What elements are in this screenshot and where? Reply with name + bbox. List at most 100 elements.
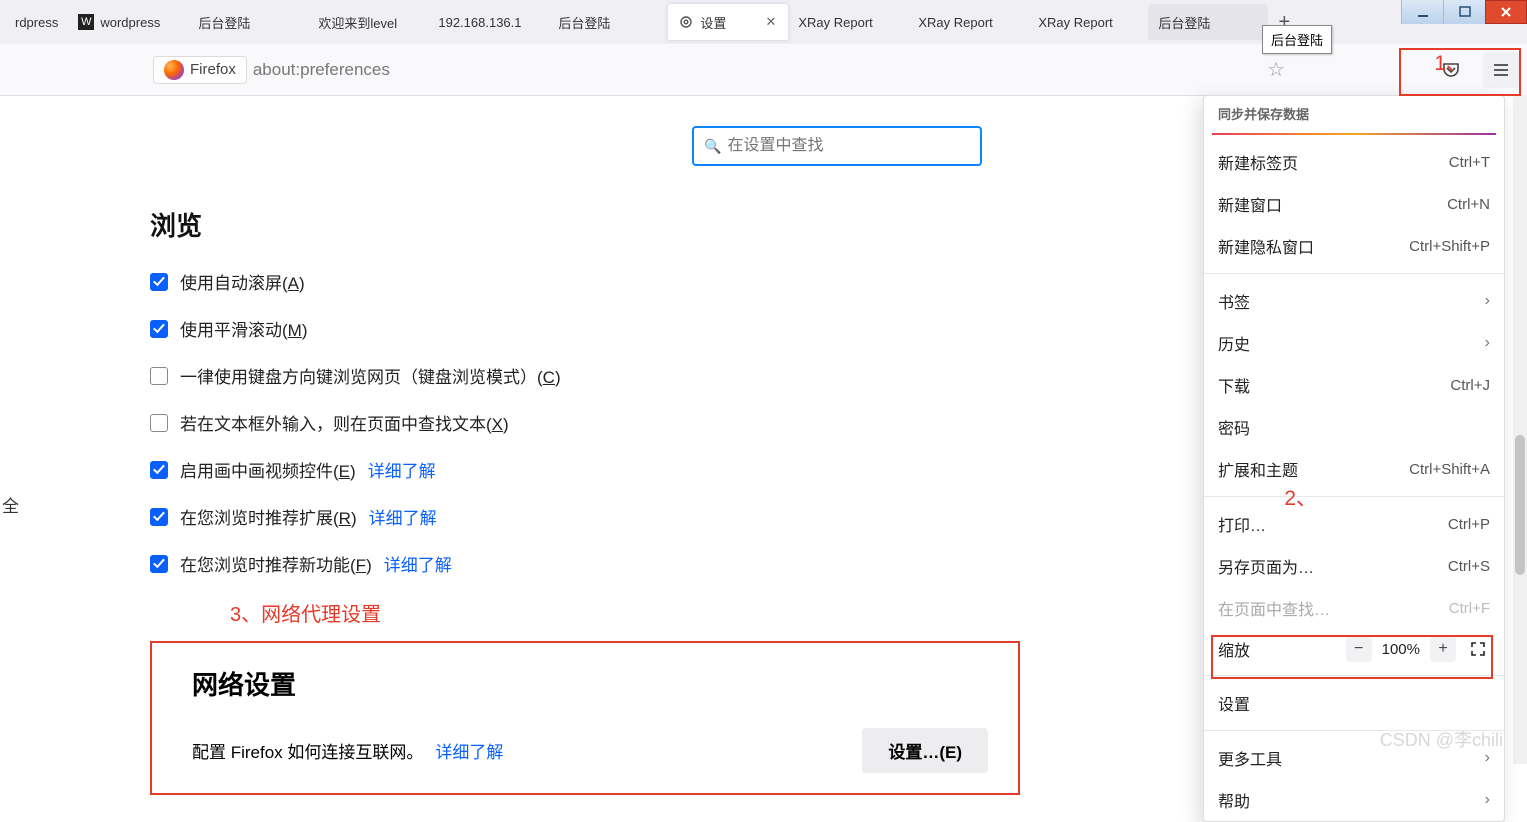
tab-label: 设置 [700,13,726,32]
window-close-button[interactable] [1485,0,1527,24]
menu-item[interactable]: 密码 [1204,406,1504,448]
menu-item-label: 设置 [1218,691,1250,715]
menu-gradient-separator [1212,133,1496,135]
shortcut-label: Ctrl+F [1449,600,1490,617]
page-scrollbar[interactable] [1513,95,1527,764]
menu-item-label: 扩展和主题 [1218,457,1298,481]
option-label: 使用平滑滚动(M) [180,316,308,341]
sidebar-fragment: 全 [2,492,19,517]
menu-item[interactable]: 书签› [1204,280,1504,322]
tab-4[interactable]: 欢迎来到level [308,4,428,40]
option-label: 在您浏览时推荐扩展(R) [180,504,357,529]
url-text[interactable]: about:preferences [253,60,390,80]
menu-item: 在页面中查找… Ctrl+F [1204,587,1504,629]
url-identity[interactable]: Firefox [153,56,247,84]
checkbox[interactable] [150,320,168,338]
hamburger-menu-button[interactable] [1483,52,1519,88]
checkbox[interactable] [150,461,168,479]
tab-label: wordpress [100,15,160,30]
shortcut-label: Ctrl+J [1450,377,1490,394]
menu-item-label: 新建隐私窗口 [1218,234,1314,258]
brand-label: Firefox [190,61,236,78]
checkbox[interactable] [150,414,168,432]
option-label: 在您浏览时推荐新功能(F) [180,551,372,576]
chevron-right-icon: › [1485,334,1490,352]
menu-item-label: 打印… [1218,512,1266,536]
zoom-out-button[interactable]: − [1346,636,1372,662]
learn-more-link[interactable]: 详细了解 [369,504,437,529]
menu-item[interactable]: 打印… Ctrl+P [1204,503,1504,545]
tab-label: 欢迎来到level [318,13,397,32]
option-label: 若在文本框外输入，则在页面中查找文本(X) [180,410,509,435]
tab-tooltip: 后台登陆 [1262,25,1332,54]
window-minimize-button[interactable] [1401,0,1443,24]
fullscreen-button[interactable] [1466,637,1490,661]
menu-item[interactable]: 新建窗口Ctrl+N [1204,183,1504,225]
close-icon[interactable]: ✕ [763,12,778,32]
learn-more-link[interactable]: 详细了解 [368,457,436,482]
tab-label: 后台登陆 [1158,13,1210,32]
shortcut-label: Ctrl+S [1448,558,1490,575]
zoom-label: 缩放 [1218,637,1346,661]
network-learn-more-link[interactable]: 详细了解 [435,738,503,763]
menu-item-label: 帮助 [1218,788,1250,812]
firefox-icon [164,60,184,80]
tab-label: XRay Report [918,15,992,30]
menu-item[interactable]: 另存页面为… Ctrl+S [1204,545,1504,587]
menu-item[interactable]: 新建隐私窗口 Ctrl+Shift+P [1204,225,1504,267]
option-label: 一律使用键盘方向键浏览网页（键盘浏览模式）(C) [180,363,561,388]
tab-8[interactable]: XRay Report [788,4,908,40]
tab-label: 后台登陆 [198,13,250,32]
search-icon: 🔍 [704,138,721,155]
tab-label: 192.168.136.1 [438,15,521,30]
shortcut-label: Ctrl+Shift+P [1409,238,1490,255]
tab-1[interactable]: rdpress [5,4,68,40]
network-desc: 配置 Firefox 如何连接互联网。 [192,738,423,763]
zoom-in-button[interactable]: + [1430,636,1456,662]
tab-label: XRay Report [798,15,872,30]
menu-item[interactable]: 设置 [1204,682,1504,724]
tab-11[interactable]: 后台登陆 [1148,4,1268,40]
annotation-1: 1、 [1434,47,1467,77]
shortcut-label: Ctrl+T [1449,154,1490,171]
tab-label: XRay Report [1038,15,1112,30]
watermark: CSDN @李chili [1380,726,1503,752]
preferences-search-input[interactable] [727,137,970,155]
application-menu: 同步并保存数据 新建标签页Ctrl+T新建窗口Ctrl+N 新建隐私窗口 Ctrl+… [1203,95,1505,822]
menu-item[interactable]: 下载 Ctrl+J [1204,364,1504,406]
tab-wordpress[interactable]: Wwordpress [68,4,188,40]
menu-item[interactable]: 帮助 › [1204,779,1504,821]
bookmark-star-icon[interactable]: ☆ [1267,57,1285,82]
menu-item-label: 书签 [1218,289,1250,313]
tab-label: rdpress [15,15,58,30]
option-label: 使用自动滚屏(A) [180,269,305,294]
checkbox[interactable] [150,367,168,385]
preferences-search[interactable]: 🔍 [692,126,982,166]
network-settings-button[interactable]: 设置…(E) [862,728,988,773]
menu-item[interactable]: 扩展和主题 Ctrl+Shift+A [1204,448,1504,490]
menu-item[interactable]: 历史› [1204,322,1504,364]
menu-sync-header: 同步并保存数据 [1204,96,1504,131]
tab-5[interactable]: 192.168.136.1 [428,4,548,40]
window-maximize-button[interactable] [1443,0,1485,24]
checkbox[interactable] [150,555,168,573]
menu-item-label: 下载 [1218,373,1250,397]
shortcut-label: Ctrl+Shift+A [1409,461,1490,478]
shortcut-label: Ctrl+P [1448,516,1490,533]
annotation-2: 2、 [1284,482,1317,512]
chevron-right-icon: › [1485,791,1490,809]
checkbox[interactable] [150,273,168,291]
menu-item-label: 密码 [1218,415,1250,439]
tab-6[interactable]: 后台登陆 [548,4,668,40]
menu-item[interactable]: 新建标签页Ctrl+T [1204,141,1504,183]
tab-9[interactable]: XRay Report [908,4,1028,40]
tab-10[interactable]: XRay Report [1028,4,1148,40]
menu-item-label: 在页面中查找… [1218,596,1330,620]
checkbox[interactable] [150,508,168,526]
gear-icon [678,14,694,30]
menu-item-label: 另存页面为… [1218,554,1314,578]
learn-more-link[interactable]: 详细了解 [384,551,452,576]
tab-3[interactable]: 后台登陆 [188,4,308,40]
menu-zoom-row: 缩放 − 100% + [1204,629,1504,669]
tab-settings[interactable]: 设置 ✕ [668,4,788,40]
